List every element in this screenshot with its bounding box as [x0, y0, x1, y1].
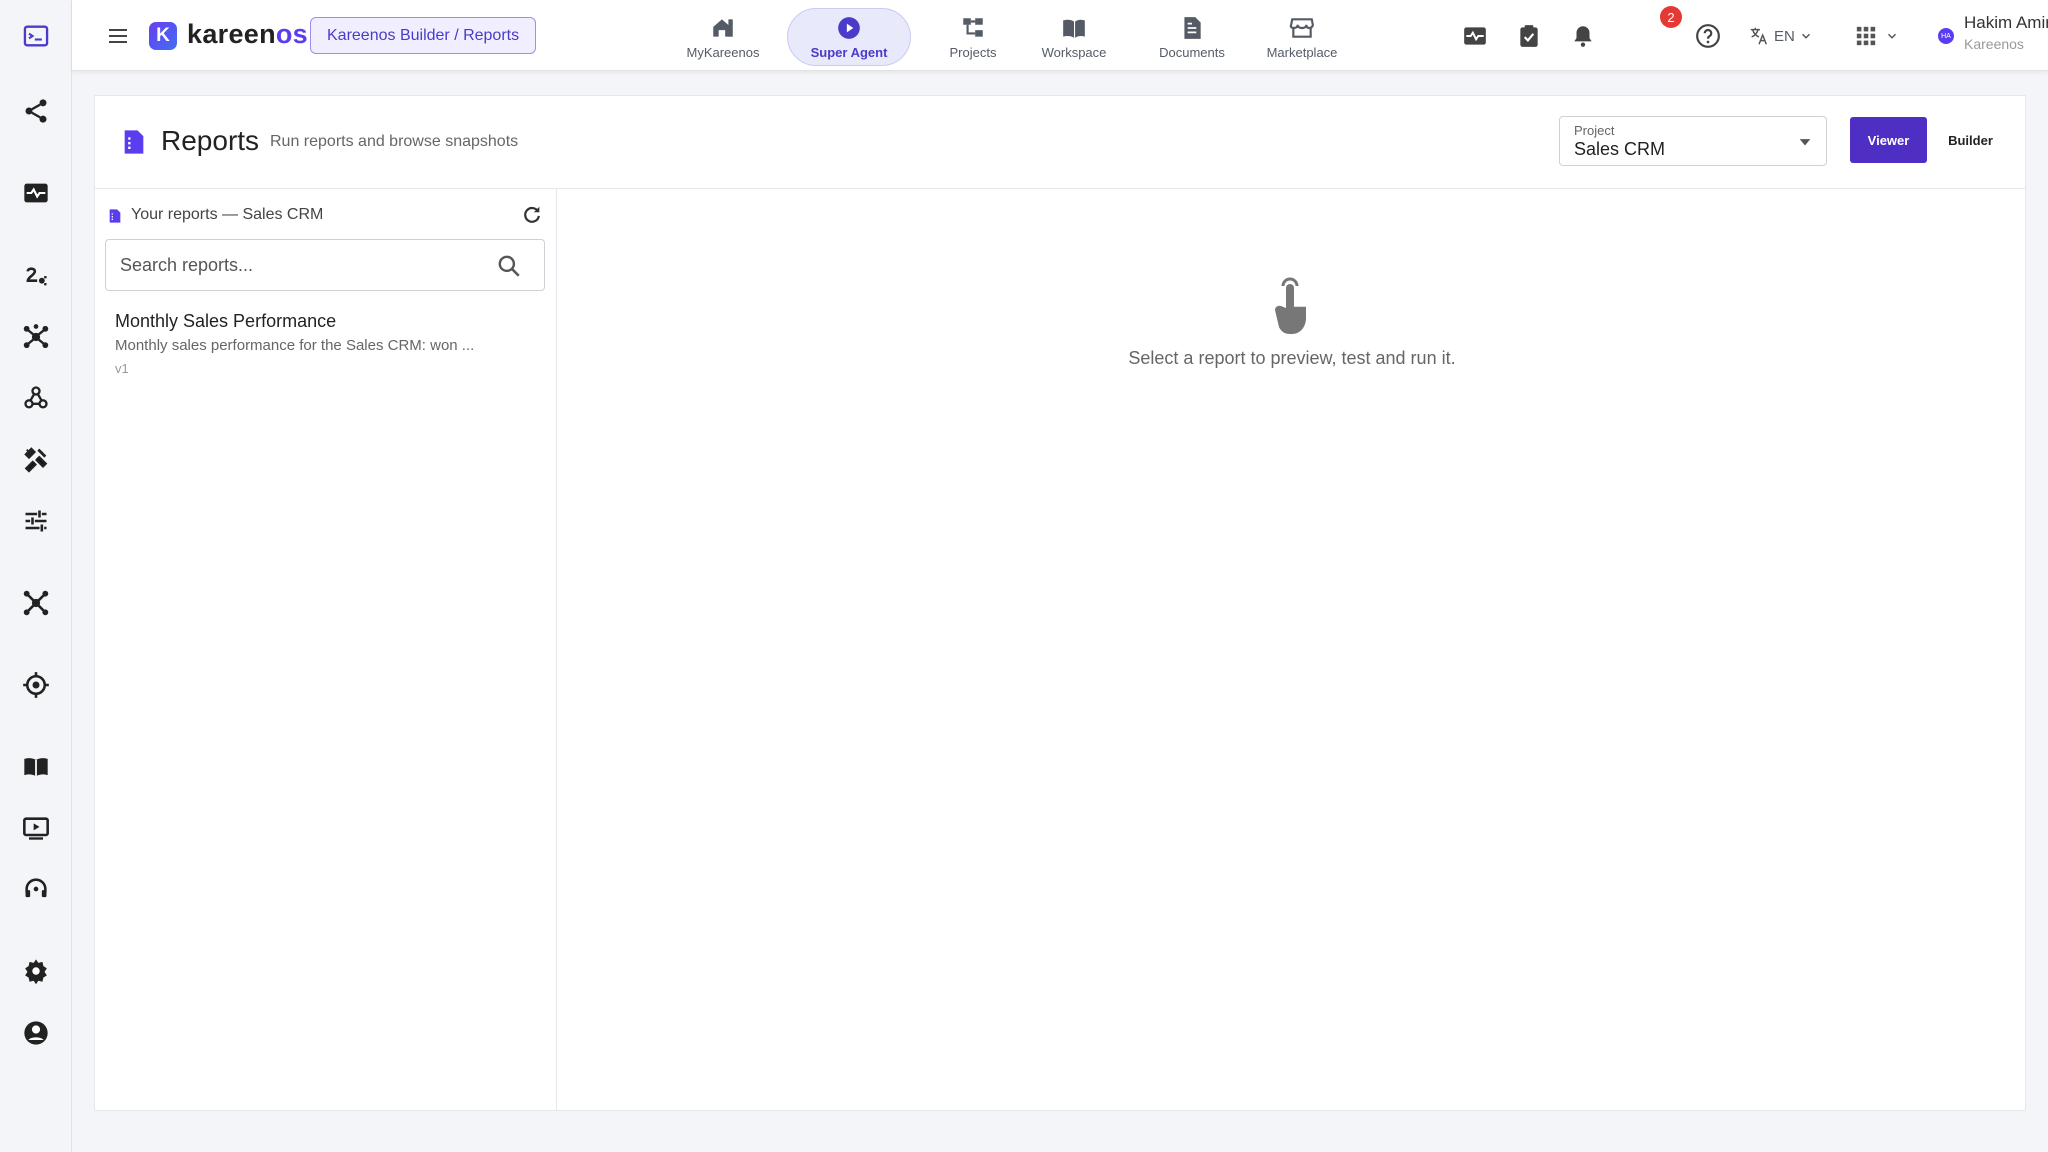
- list-item[interactable]: Monthly Sales Performance Monthly sales …: [95, 301, 556, 391]
- hub-alt-icon[interactable]: [18, 585, 54, 621]
- home-icon: [713, 18, 733, 37]
- account-icon[interactable]: [18, 1015, 54, 1051]
- logo-suffix: os: [275, 19, 308, 49]
- route-icon[interactable]: [18, 258, 54, 294]
- viewer-toggle[interactable]: Viewer: [1850, 117, 1927, 163]
- nav-projects[interactable]: Projects: [928, 8, 1018, 66]
- avatar: HA: [1938, 28, 1954, 44]
- notification-badge: 2: [1660, 6, 1682, 28]
- breadcrumb[interactable]: Kareenos Builder / Reports: [310, 17, 537, 54]
- nav-mykareenos[interactable]: MyKareenos: [668, 8, 778, 66]
- nav-label: Projects: [949, 44, 997, 60]
- nav-marketplace[interactable]: Marketplace: [1252, 8, 1352, 66]
- search-box: [105, 239, 545, 291]
- report-title: Monthly Sales Performance: [115, 311, 337, 331]
- reports-page: Reports Run reports and browse snapshots…: [94, 95, 2026, 1111]
- apps-menu[interactable]: [1852, 21, 1902, 51]
- refresh-icon[interactable]: [521, 204, 543, 226]
- report-description: Monthly sales performance for the Sales …: [115, 337, 475, 354]
- logo-mark: K: [149, 22, 177, 50]
- tree-icon: [963, 17, 983, 37]
- logo: kareenos: [187, 19, 308, 50]
- page-subtitle: Run reports and browse snapshots: [270, 133, 519, 150]
- project-select-label: Project: [1574, 123, 1615, 138]
- help-icon[interactable]: [1693, 21, 1723, 51]
- caret-down-icon: [1799, 139, 1811, 146]
- tools-icon[interactable]: [18, 441, 54, 477]
- monitor-heart-icon[interactable]: [18, 175, 54, 211]
- project-select-value: Sales CRM: [1574, 139, 1666, 159]
- chevron-down-icon: [1801, 33, 1810, 39]
- nav-label: Workspace: [1041, 44, 1107, 60]
- search-input[interactable]: [120, 240, 480, 290]
- menu-icon[interactable]: [102, 20, 134, 52]
- page-header: Reports Run reports and browse snapshots…: [95, 96, 2025, 189]
- store-icon: [1289, 17, 1314, 38]
- support-icon[interactable]: [18, 871, 54, 907]
- nav-label: Documents: [1159, 44, 1225, 60]
- chevron-down-icon: [1887, 33, 1897, 39]
- nav-workspace[interactable]: Workspace: [1024, 8, 1124, 66]
- language-label: EN: [1774, 27, 1795, 45]
- top-bar: K kareenos Kareenos Builder / Reports My…: [72, 0, 2048, 71]
- empty-state-message: Select a report to preview, test and run…: [1128, 348, 1456, 368]
- user-menu[interactable]: HA Hakim Amir Kareenos: [1934, 10, 2048, 60]
- webhook-icon[interactable]: [18, 380, 54, 416]
- tune-icon[interactable]: [18, 503, 54, 539]
- book-icon[interactable]: [18, 749, 54, 785]
- apps-grid-icon: [1856, 26, 1876, 46]
- reports-list-heading: Your reports — Sales CRM: [131, 206, 324, 223]
- user-name: Hakim Amir: [1964, 13, 2048, 32]
- notifications-icon[interactable]: [1568, 21, 1598, 51]
- hub-icon[interactable]: [18, 319, 54, 355]
- touch-icon: [1275, 277, 1306, 334]
- monitor-heart-icon[interactable]: [1460, 21, 1490, 51]
- project-select[interactable]: Project Sales CRM: [1559, 116, 1827, 166]
- task-icon[interactable]: [1514, 21, 1544, 51]
- language-selector[interactable]: EN: [1748, 22, 1813, 50]
- report-version: v1: [115, 361, 129, 376]
- left-rail: [0, 0, 72, 1152]
- play-circle-icon: [838, 16, 860, 39]
- share-icon[interactable]: [18, 93, 54, 129]
- reports-list-panel: Your reports — Sales CRM Monthly Sales P…: [95, 189, 557, 1111]
- builder-toggle[interactable]: Builder: [1932, 117, 2009, 163]
- document-icon: [1184, 16, 1201, 39]
- target-icon[interactable]: [18, 667, 54, 703]
- nav-label: Super Agent: [810, 44, 888, 60]
- nav-super-agent[interactable]: Super Agent: [787, 8, 911, 66]
- logo-text: kareen: [187, 19, 276, 49]
- user-org: Kareenos: [1964, 36, 2024, 52]
- search-icon[interactable]: [496, 253, 522, 279]
- library-icon: [1063, 19, 1085, 38]
- nav-label: MyKareenos: [686, 44, 760, 60]
- nav-label: Marketplace: [1266, 44, 1338, 60]
- video-icon[interactable]: [18, 810, 54, 846]
- console-icon[interactable]: [18, 18, 54, 54]
- report-icon: [109, 209, 121, 223]
- translate-icon: [1750, 27, 1768, 45]
- nav-documents[interactable]: Documents: [1142, 8, 1242, 66]
- settings-icon[interactable]: [18, 953, 54, 989]
- report-icon: [124, 130, 144, 154]
- page-title: Reports: [161, 125, 260, 156]
